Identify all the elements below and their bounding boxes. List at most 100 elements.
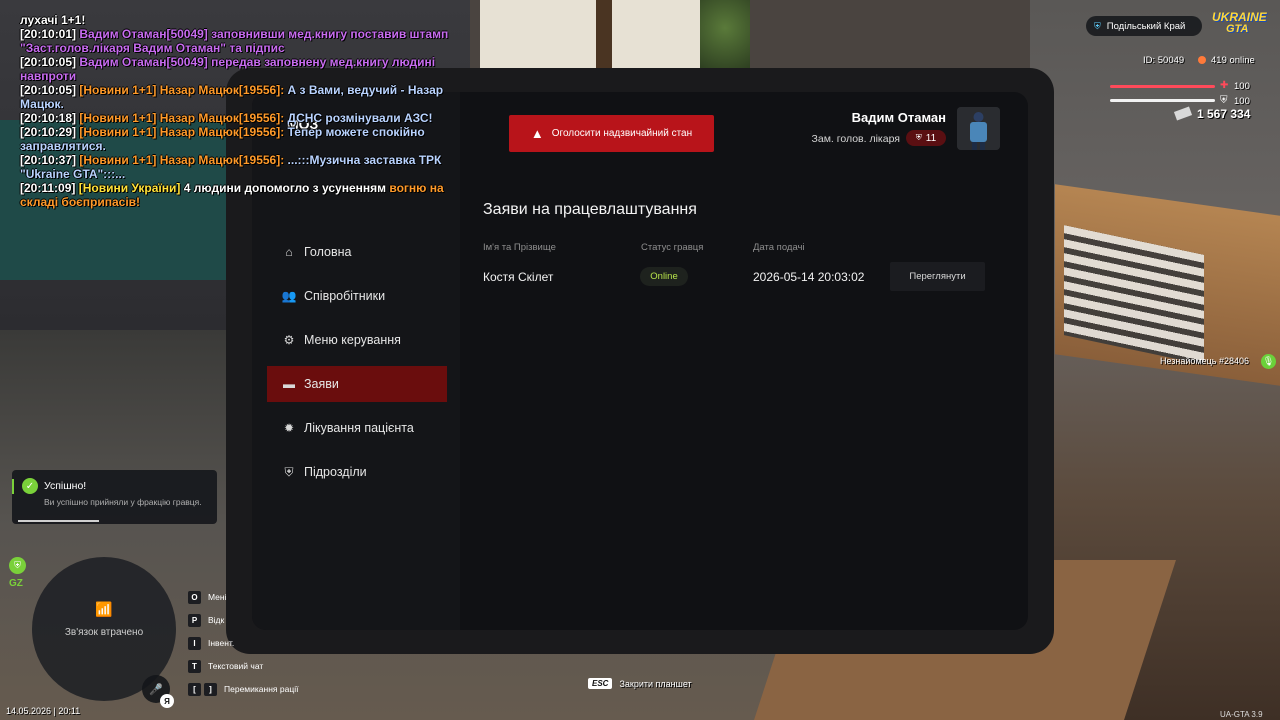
sidebar-item-home[interactable]: ⌂ Головна (267, 234, 447, 270)
chat-line: [20:10:05] Вадим Отаман[50049] передав з… (20, 55, 465, 83)
keybind-label: Мені (208, 592, 227, 602)
chat-line: [20:10:29] [Новини 1+1] Назар Мацюк[1955… (20, 125, 465, 153)
keybind-list: O Мені P Відк I Інвент. T Текстовий чат [] Переми… (188, 589, 298, 704)
chat-log: лухачі 1+1! [20:10:01] Вадим Отаман[50049… (20, 13, 465, 209)
warning-icon: ▲ (530, 126, 544, 141)
sidebar-nav: ⌂ Головна 👥 Співробітники ⚙ Меню керування ▬ За… (267, 234, 447, 498)
chat-line: [20:10:18] [Новини 1+1] Назар Мацюк[1955… (20, 111, 465, 125)
keybind-row: O Мені (188, 589, 298, 605)
keybind-row: T Текстовий чат (188, 658, 298, 674)
status-badge: Online (640, 267, 688, 286)
sidebar-item-label: Співробітники (304, 289, 386, 303)
sidebar-item-virus[interactable]: ✹ Лікування пацієнта (267, 410, 447, 446)
money: 1 567 334 (1173, 106, 1250, 121)
view-button[interactable]: Переглянути (890, 262, 985, 291)
chat-segment: лухачі 1+1! (20, 13, 86, 27)
chat-segment: [Новини 1+1] Назар Мацюк[19556]: (79, 153, 288, 167)
connection-lost-text: Зв'язок втрачено (64, 627, 144, 638)
nearby-player: Незнайомець #28406 (1160, 356, 1250, 366)
notification-message: Ви успішно прийняли у фракцію гравця. (44, 497, 202, 507)
esc-hint: ESC Закрити планшет (588, 678, 692, 689)
region-shield-icon: ⛨ (1094, 20, 1101, 31)
sidebar-item-label: Підрозділи (304, 465, 367, 479)
chat-segment: [Новини 1+1] Назар Мацюк[19556]: (79, 83, 288, 97)
folder-icon: ▬ (283, 377, 295, 391)
keybind-label: Інвент. (208, 638, 235, 648)
sidebar-item-label: Лікування пацієнта (304, 421, 414, 435)
health-value: 100 (1234, 81, 1250, 92)
sidebar-item-gear[interactable]: ⚙ Меню керування (267, 322, 447, 358)
virus-icon: ✹ (283, 421, 295, 435)
chat-segment: [Новини України] (78, 181, 184, 195)
online-count: 419 online (1198, 55, 1255, 66)
player-id: ID: 50049 (1143, 55, 1185, 66)
rank-shield-icon: ⛨ (915, 133, 922, 142)
gz-label: GZ (9, 578, 23, 589)
chat-segment: [20:10:29] (20, 125, 80, 139)
sidebar-item-shield[interactable]: ⛨ Підрозділи (267, 454, 447, 490)
chat-segment: 4 людини допомогло з усуненням (183, 181, 390, 195)
voice-mic-icon: 🎙 (1261, 354, 1276, 369)
notification-title: Успішно! (44, 480, 87, 492)
chat-segment: Вадим Отаман[50049] заповнивши мед.книгу… (20, 27, 449, 55)
region-pill: ⛨ Подільський Край (1086, 16, 1202, 36)
keybind-row: [] Перемикання рації (188, 681, 298, 697)
version-label: UA-GTA 3.9 (1220, 710, 1263, 719)
datetime: 14.05.2026 | 20:11 (6, 706, 81, 716)
rank-badge: ⛨ 11 (906, 130, 946, 146)
armor-icon: ⛨ (1220, 95, 1228, 106)
server-logo: UKRAINE GTA (1212, 10, 1267, 35)
keybind-row: P Відк (188, 612, 298, 628)
chat-segment: [20:10:05] (20, 83, 80, 97)
sidebar-item-label: Заяви (304, 377, 339, 391)
submission-date: 2026-05-14 20:03:02 (753, 270, 865, 284)
chat-line: [20:10:37] [Новини 1+1] Назар Мацюк[1955… (20, 153, 465, 181)
armor-bar (1110, 99, 1215, 102)
notification-progress (18, 520, 99, 522)
keybind-row: I Інвент. (188, 635, 298, 651)
shield-icon: ⛨ (284, 464, 294, 479)
section-title: Заяви на працевлаштування (483, 201, 697, 218)
avatar (957, 107, 1000, 150)
region-name: Подільський Край (1106, 20, 1186, 32)
keybind-label: Перемикання рації (224, 684, 299, 694)
gz-shield-icon: ⛨ (9, 557, 26, 574)
armor-value: 100 (1234, 96, 1250, 107)
chat-segment: ДСНС розмінували АЗС! (287, 111, 433, 125)
column-header-name: Ім'я та Прізвище (483, 242, 556, 253)
users-icon: 👥 (281, 289, 297, 303)
rank-value: 11 (925, 132, 937, 144)
health-bar (1110, 85, 1215, 88)
key-cap: [ (188, 682, 201, 696)
column-header-status: Статус гравця (641, 242, 704, 253)
emergency-button[interactable]: ▲ Оголосити надзвичайний стан (509, 115, 714, 152)
emergency-label: Оголосити надзвичайний стан (551, 128, 693, 139)
chat-line: [20:10:01] Вадим Отаман[50049] заповнивш… (20, 27, 465, 55)
user-role: Зам. голов. лікаря (811, 133, 900, 145)
chat-line: [20:11:09] [Новини України] 4 людини доп… (20, 181, 465, 209)
sidebar-item-users[interactable]: 👥 Співробітники (267, 278, 447, 314)
key-cap: T (188, 659, 201, 673)
chat-segment: [20:11:09] (20, 181, 79, 195)
chat-segment: [20:10:05] (20, 55, 80, 69)
sidebar-item-folder[interactable]: ▬ Заяви (267, 366, 447, 402)
gear-icon: ⚙ (283, 333, 295, 347)
chat-line: [20:10:05] [Новини 1+1] Назар Мацюк[1955… (20, 83, 465, 111)
chat-segment: Вадим Отаман[50049] передав заповнену ме… (20, 55, 436, 83)
language-badge: Я (160, 694, 174, 708)
home-icon: ⌂ (285, 245, 293, 259)
health-icon: ✚ (1220, 80, 1229, 91)
esc-key: ESC (588, 678, 613, 689)
success-notification: ✓ Успішно! Ви успішно прийняли у фракцію… (12, 470, 217, 524)
sidebar-item-label: Меню керування (304, 333, 401, 347)
key-cap: P (188, 613, 201, 627)
chat-segment: [20:10:18] (20, 111, 80, 125)
keybind-label: Текстовий чат (208, 661, 264, 671)
column-header-date: Дата подачі (753, 242, 805, 253)
user-name: Вадим Отаман (851, 110, 946, 125)
chat-segment: [20:10:37] (20, 153, 80, 167)
no-signal-icon: 📶 (95, 601, 113, 617)
keybind-label: Відк (208, 615, 225, 625)
chat-line: лухачі 1+1! (20, 13, 465, 27)
check-icon: ✓ (22, 478, 38, 494)
